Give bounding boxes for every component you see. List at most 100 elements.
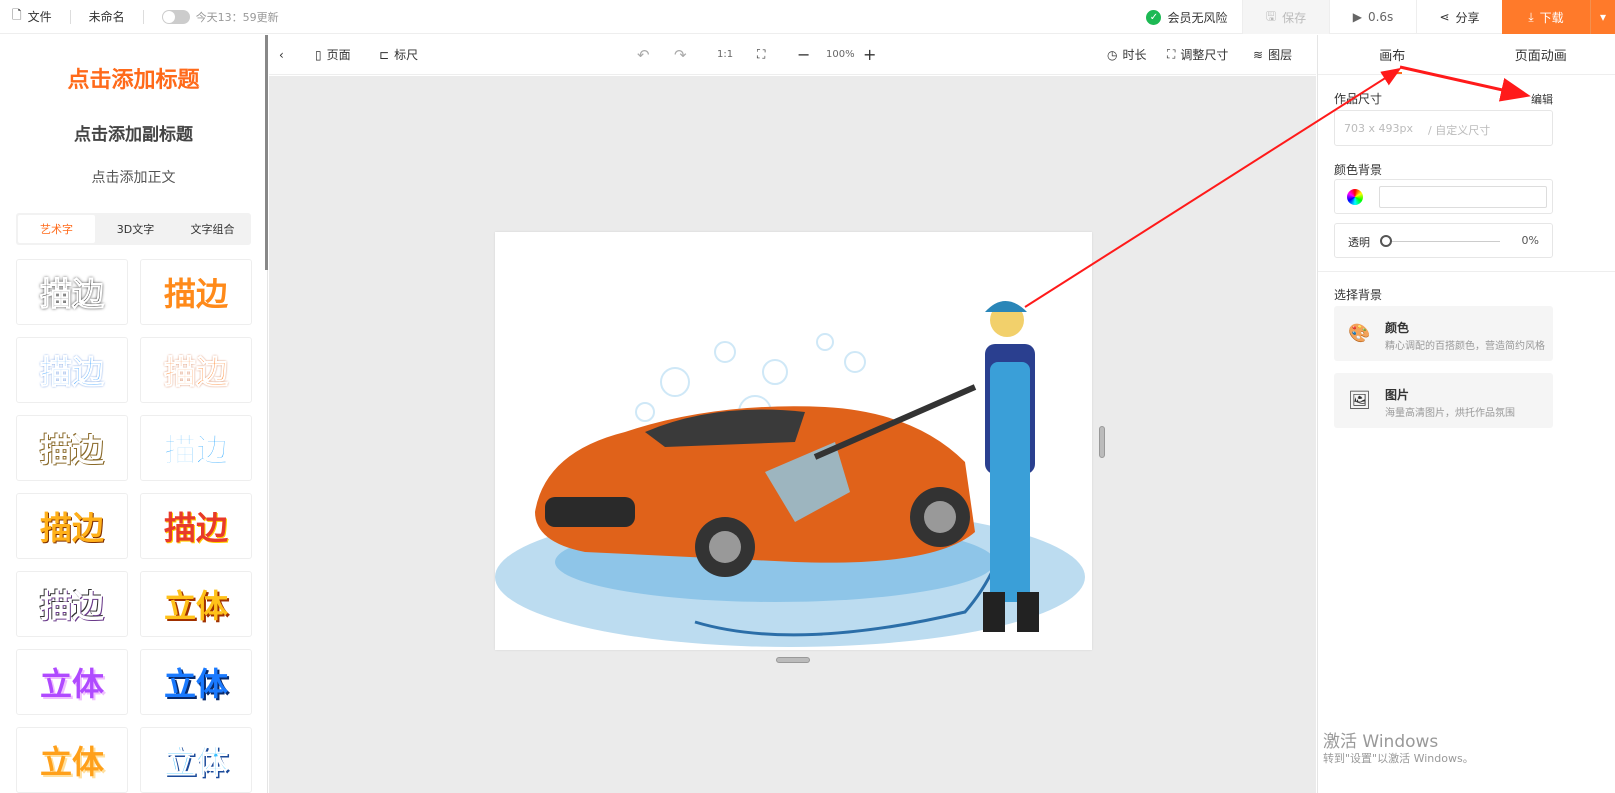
windows-watermark-title: 激活 Windows xyxy=(1323,732,1439,752)
art-text-tile[interactable]: 描边 xyxy=(16,493,128,559)
left-scrollbar[interactable] xyxy=(265,35,268,270)
add-subtitle[interactable]: 点击添加副标题 xyxy=(0,120,267,145)
windows-watermark-text: 转到"设置"以激活 Windows。 xyxy=(1323,752,1474,765)
art-text-tile[interactable]: 描边 xyxy=(16,337,128,403)
canvas-toolbar: ‹ ▯ 页面 ⊏ 标尺 ↶ ↷ 1:1 ⛶ − 100% + ◷ 时长 ⛶ 调整尺寸 ≋… xyxy=(269,35,1316,75)
actual-size-button[interactable]: 1:1 xyxy=(717,49,733,60)
layers-button[interactable]: ≋ 图层 xyxy=(1253,46,1292,63)
resize-handle-right[interactable] xyxy=(1099,426,1105,458)
opacity-value: 0% xyxy=(1521,234,1539,247)
left-panel: 点击添加标题 点击添加副标题 点击添加正文 艺术字 3D文字 文字组合 描边 描边… xyxy=(0,35,268,793)
color-wheel-icon[interactable] xyxy=(1347,189,1363,205)
top-bar: 🗋 文件 未命名 今天13：59更新 ✓ 会员无风险 🖫 保存 ▶ 0.6s ⋖ 分享 ⤓… xyxy=(0,0,1615,34)
resize-handle-bottom[interactable] xyxy=(776,657,810,663)
autosave-toggle[interactable] xyxy=(161,9,190,24)
ruler-button[interactable]: ⊏ 标尺 xyxy=(379,46,418,63)
redo-icon: ↷ xyxy=(674,45,687,64)
text-style-tabs: 艺术字 3D文字 文字组合 xyxy=(16,213,251,245)
duration-label: 时长 xyxy=(1122,48,1147,62)
card-title: 图片 xyxy=(1385,388,1410,402)
download-icon: ⤓ xyxy=(1528,9,1534,24)
card-title: 颜色 xyxy=(1385,321,1410,335)
download-dropdown[interactable]: ▾ xyxy=(1590,0,1615,34)
custom-size-link[interactable]: / 自定义尺寸 xyxy=(1428,122,1490,138)
share-label: 分享 xyxy=(1455,10,1480,25)
layers-label: 图层 xyxy=(1268,48,1293,62)
tab-art-text[interactable]: 艺术字 xyxy=(18,215,95,243)
minus-icon: − xyxy=(797,45,811,64)
share-icon: ⋖ xyxy=(1439,10,1450,24)
art-text-tile[interactable]: 立体 xyxy=(16,727,128,793)
opacity-slider-track[interactable] xyxy=(1383,241,1500,242)
image-icon: 🖼 xyxy=(1348,390,1371,411)
page-button[interactable]: ▯ 页面 xyxy=(315,46,351,63)
clock-icon: ◷ xyxy=(1107,47,1118,62)
autosave-status: 今天13：59更新 xyxy=(195,10,279,24)
art-text-tile[interactable]: 描边 xyxy=(140,259,252,325)
art-text-grid: 描边 描边 描边 描边 描边 描边 描边 描边 描边 立体 立体 立体 立体 立体 xyxy=(16,259,252,793)
layers-icon: ≋ xyxy=(1253,47,1264,62)
tab-3d-text[interactable]: 3D文字 xyxy=(97,213,174,245)
file-label: 文件 xyxy=(27,10,52,24)
art-text-tile[interactable]: 立体 xyxy=(140,727,252,793)
doc-name[interactable]: 未命名 xyxy=(89,8,125,25)
size-field[interactable]: 703 x 493px / 自定义尺寸 xyxy=(1334,110,1553,146)
right-panel: 画布 页面动画 作品尺寸 编辑 703 x 493px / 自定义尺寸 颜色背景… xyxy=(1317,35,1615,793)
size-value: 703 x 493px xyxy=(1344,122,1413,135)
save-button[interactable]: 🖫 保存 xyxy=(1242,0,1329,34)
check-icon: ✓ xyxy=(1146,9,1162,25)
duration-button[interactable]: ◷ 时长 xyxy=(1107,46,1147,63)
color-input[interactable] xyxy=(1379,186,1547,208)
save-label: 保存 xyxy=(1282,10,1307,25)
artboard[interactable] xyxy=(495,232,1092,650)
tab-page-animation[interactable]: 页面动画 xyxy=(1467,35,1615,74)
divider xyxy=(142,9,144,24)
download-button[interactable]: ⤓ 下载 xyxy=(1502,0,1590,34)
preview-button[interactable]: ▶ 0.6s xyxy=(1329,0,1416,34)
choose-bg-label: 选择背景 xyxy=(1334,288,1383,302)
zoom-in-button[interactable]: + xyxy=(863,45,876,64)
art-text-tile[interactable]: 描边 xyxy=(16,571,128,637)
edit-size-link[interactable]: 编辑 xyxy=(1531,91,1553,107)
zoom-level: 100% xyxy=(826,49,855,60)
color-bg-row xyxy=(1334,179,1553,214)
file-menu[interactable]: 🗋 文件 xyxy=(12,6,52,27)
share-button[interactable]: ⋖ 分享 xyxy=(1416,0,1502,34)
bg-image-card[interactable]: 🖼 图片 海量高清图片，烘托作品氛围 xyxy=(1334,373,1553,428)
undo-button[interactable]: ↶ xyxy=(637,46,650,64)
art-text-tile[interactable]: 立体 xyxy=(140,571,252,637)
art-text-tile[interactable]: 描边 xyxy=(16,259,128,325)
fit-button[interactable]: ⛶ xyxy=(757,47,765,62)
add-body[interactable]: 点击添加正文 xyxy=(0,167,267,187)
member-label: 会员无风险 xyxy=(1167,10,1228,25)
member-badge[interactable]: ✓ 会员无风险 xyxy=(1132,0,1242,34)
bg-color-card[interactable]: 🎨 颜色 精心调配的百搭颜色，营造简约风格 xyxy=(1334,306,1553,361)
ruler-label: 标尺 xyxy=(394,48,419,62)
art-text-tile[interactable]: 立体 xyxy=(16,649,128,715)
art-text-tile[interactable]: 描边 xyxy=(140,493,252,559)
art-text-tile[interactable]: 描边 xyxy=(140,415,252,481)
chevron-left-icon: ‹ xyxy=(279,47,284,62)
duration-label: 0.6s xyxy=(1367,10,1394,24)
tab-canvas[interactable]: 画布 xyxy=(1318,35,1467,74)
car-wash-illustration xyxy=(495,301,1085,647)
resize-icon: ⛶ xyxy=(1167,47,1176,61)
undo-icon: ↶ xyxy=(637,45,650,64)
art-text-tile[interactable]: 描边 xyxy=(16,415,128,481)
opacity-slider-handle[interactable] xyxy=(1380,235,1392,247)
collapse-panel-button[interactable]: ‹ xyxy=(279,48,284,62)
resize-button[interactable]: ⛶ 调整尺寸 xyxy=(1167,46,1228,63)
tab-text-combo[interactable]: 文字组合 xyxy=(174,213,251,245)
art-text-tile[interactable]: 立体 xyxy=(140,649,252,715)
art-text-tile[interactable]: 描边 xyxy=(140,337,252,403)
zoom-out-button[interactable]: − xyxy=(797,45,810,64)
card-desc: 精心调配的百搭颜色，营造简约风格 xyxy=(1385,341,1545,352)
page-icon: ▯ xyxy=(315,47,322,62)
plus-icon: + xyxy=(863,45,877,64)
add-title[interactable]: 点击添加标题 xyxy=(0,62,267,94)
redo-button[interactable]: ↷ xyxy=(674,46,687,64)
card-desc: 海量高清图片，烘托作品氛围 xyxy=(1385,408,1515,419)
download-label: 下载 xyxy=(1539,10,1564,25)
chevron-down-icon: ▾ xyxy=(1599,10,1607,24)
file-icon: 🗋 xyxy=(12,8,22,22)
